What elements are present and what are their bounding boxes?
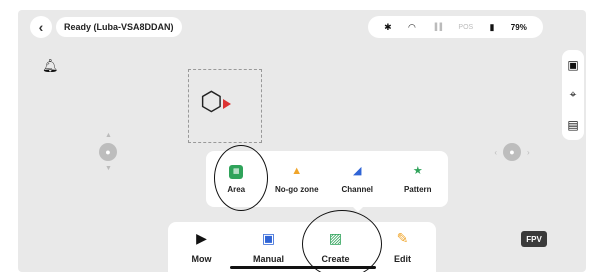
wifi-icon: ◠ [408, 21, 416, 32]
mow-label: Mow [191, 254, 212, 264]
popup-item-label: Pattern [403, 184, 432, 194]
edit-button[interactable]: ✎ Edit [373, 230, 433, 264]
signal-icon: ▐▐ [432, 23, 443, 31]
chevron-down-icon: ▼ [105, 165, 112, 172]
right-joystick[interactable]: ‹ ● › [482, 142, 542, 162]
popup-caret [352, 206, 364, 212]
popup-item-label: No-go zone [274, 184, 319, 194]
system-status-pill: ✱ ◠ ▐▐ POS ▮ 79% [368, 16, 543, 38]
app-screen: ‹ Ready (Luba-VSA8DDAN) ✱ ◠ ▐▐ POS ▮ 79%… [18, 10, 586, 272]
play-icon: ▶ [196, 230, 207, 246]
star-icon: ★ [412, 165, 423, 177]
chevron-right-icon: › [527, 147, 530, 157]
road-icon: ◢ [353, 165, 362, 177]
popup-item-label: Channel [341, 184, 374, 194]
joystick-knob[interactable]: ● [99, 143, 117, 161]
popup-item-area[interactable]: ▦ Area [208, 164, 264, 194]
popup-item-channel[interactable]: ◢ Channel [329, 165, 385, 194]
back-button[interactable]: ‹ [30, 16, 52, 38]
popup-item-label: Area [227, 184, 246, 194]
heading-arrow-icon [223, 99, 231, 109]
chevron-up-icon: ▲ [105, 132, 112, 139]
popup-item-no-go-zone[interactable]: ▲ No-go zone [269, 165, 325, 194]
battery-level: 79% [510, 22, 527, 32]
bell-icon[interactable]: 🔔︎ [42, 58, 59, 74]
device-status-pill[interactable]: Ready (Luba-VSA8DDAN) [56, 17, 182, 37]
mower-icon: ⬡ [200, 86, 223, 116]
area-icon: ▦ [229, 164, 244, 179]
joystick-knob[interactable]: ● [503, 143, 521, 161]
fpv-button[interactable]: FPV [521, 231, 547, 247]
pos-label: POS [458, 23, 474, 31]
create-label: Create [321, 254, 350, 264]
fpv-label: FPV [526, 234, 542, 244]
manual-label: Manual [252, 254, 284, 264]
manual-button[interactable]: ▣ Manual [239, 230, 299, 264]
right-toolbar: ▣ ⌖ ▤ [562, 50, 584, 140]
bottom-action-bar: ▶ Mow ▣ Manual ▨ Create ✎ Edit [168, 222, 436, 272]
home-indicator [230, 266, 376, 269]
camera-icon[interactable]: ▤ [567, 118, 578, 132]
left-joystick[interactable]: ▲ ● ▼ [88, 132, 128, 172]
edit-icon: ✎ [396, 230, 409, 246]
cone-icon: ▲ [291, 165, 303, 177]
battery-icon: ▮ [489, 21, 495, 32]
chevron-left-icon: ‹ [38, 19, 44, 35]
edit-label: Edit [394, 254, 411, 264]
gamepad-icon: ▣ [261, 230, 276, 246]
popup-item-pattern[interactable]: ★ Pattern [390, 165, 446, 194]
status-text: Ready (Luba-VSA8DDAN) [64, 22, 174, 32]
create-button[interactable]: ▨ Create [306, 230, 366, 264]
robot-icon[interactable]: ▣ [567, 58, 578, 72]
create-popup: ▦ Area ▲ No-go zone ◢ Channel ★ Pattern [206, 151, 448, 207]
locate-icon[interactable]: ⌖ [570, 87, 577, 102]
chevron-left-icon: ‹ [494, 147, 497, 157]
bluetooth-icon: ✱ [384, 21, 392, 32]
create-map-icon: ▨ [328, 230, 343, 246]
mow-button[interactable]: ▶ Mow [172, 230, 232, 264]
